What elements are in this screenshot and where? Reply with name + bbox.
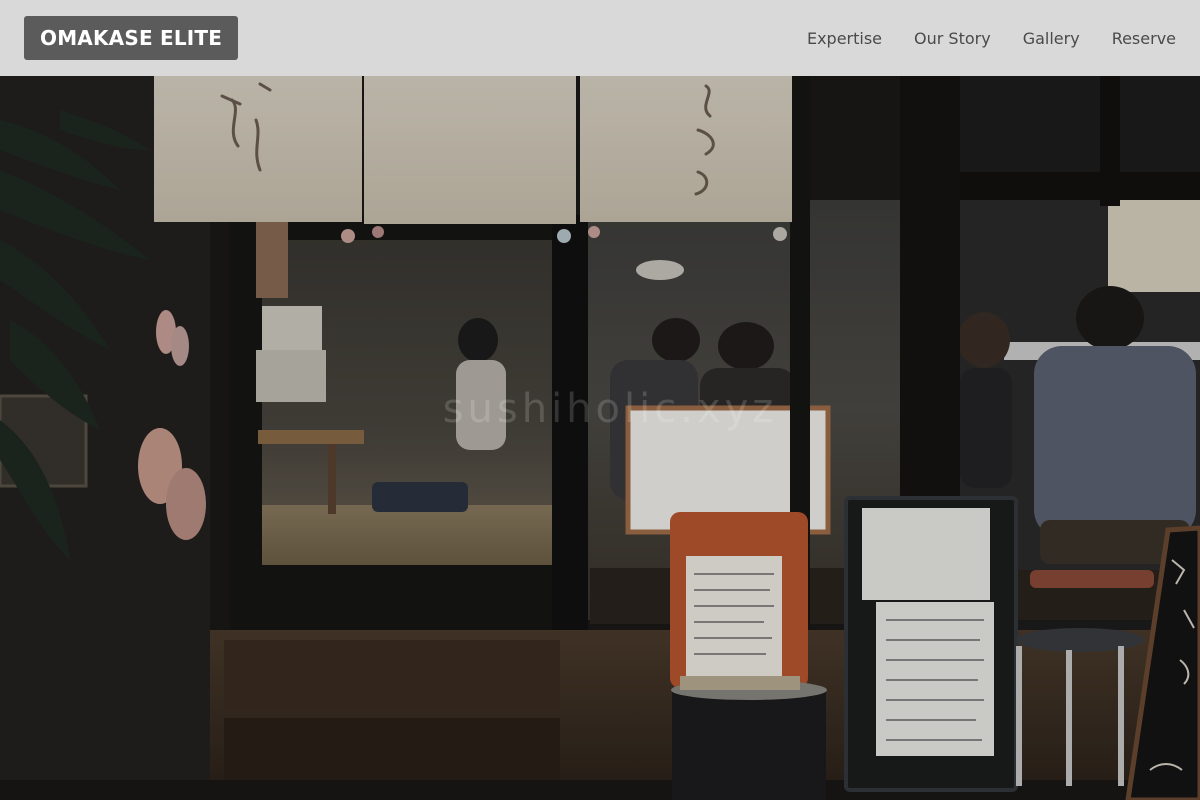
hero-background-image bbox=[0, 0, 1200, 800]
nav-link-expertise[interactable]: Expertise bbox=[807, 29, 882, 48]
nav-link-reserve[interactable]: Reserve bbox=[1112, 29, 1176, 48]
nav-link-our-story[interactable]: Our Story bbox=[914, 29, 991, 48]
nav-links: Expertise Our Story Gallery Reserve bbox=[807, 29, 1176, 48]
page: sushiholic.xyz OMAKASE ELITE Expertise O… bbox=[0, 0, 1200, 800]
brand-logo-button[interactable]: OMAKASE ELITE bbox=[24, 16, 239, 60]
nav-link-gallery[interactable]: Gallery bbox=[1023, 29, 1080, 48]
top-navbar: OMAKASE ELITE Expertise Our Story Galler… bbox=[0, 0, 1200, 76]
restaurant-storefront-illustration bbox=[0, 0, 1200, 800]
